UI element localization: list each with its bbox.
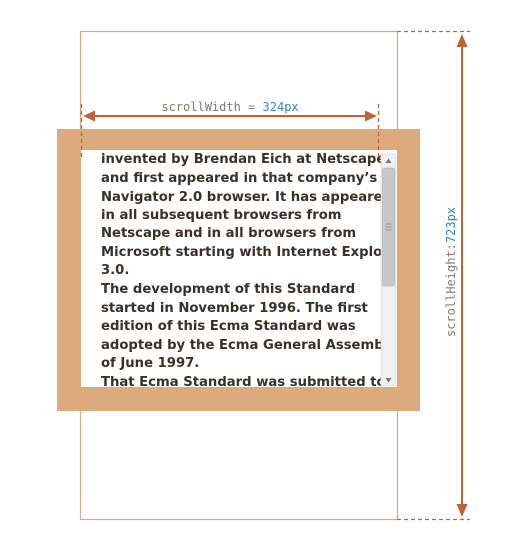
vertical-scrollbar[interactable] (380, 153, 397, 387)
scroll-width-label: scrollWidth = 324px (161, 100, 298, 114)
content-line: Microsoft starting with Internet Explore… (101, 245, 405, 260)
content-line: invented by Brendan Eich at Netscape (101, 152, 385, 167)
content-line: in all subsequent browsers from (101, 208, 342, 223)
content-line: 3.0. (101, 263, 129, 278)
scroll-height-arrow (456, 34, 468, 517)
content-line: and first appeared in that company’s (101, 171, 377, 186)
scroll-width-name: scrollWidth (161, 100, 240, 114)
content-line: of June 1997. (101, 356, 199, 371)
content-line: edition of this Ecma Standard was (101, 319, 356, 334)
scroll-height-label: scrollHeight:723px (444, 207, 458, 337)
scroll-width-value: 324px (263, 100, 299, 114)
content-line: The development of this Standard (101, 282, 355, 297)
content-line: adopted by the Ecma General Assembly (101, 338, 397, 353)
content-line: started in November 1996. The first (101, 301, 368, 316)
scroll-width-equals: = (241, 100, 263, 114)
scroll-height-value: 723px (444, 207, 458, 243)
scroll-dimensions-diagram: invented by Brendan Eich at Netscape and… (57, 30, 470, 521)
content-line: Netscape and in all browsers from (101, 226, 356, 241)
scroll-height-name: scrollHeight: (444, 243, 458, 337)
content-line: Navigator 2.0 browser. It has appeared (101, 190, 392, 205)
